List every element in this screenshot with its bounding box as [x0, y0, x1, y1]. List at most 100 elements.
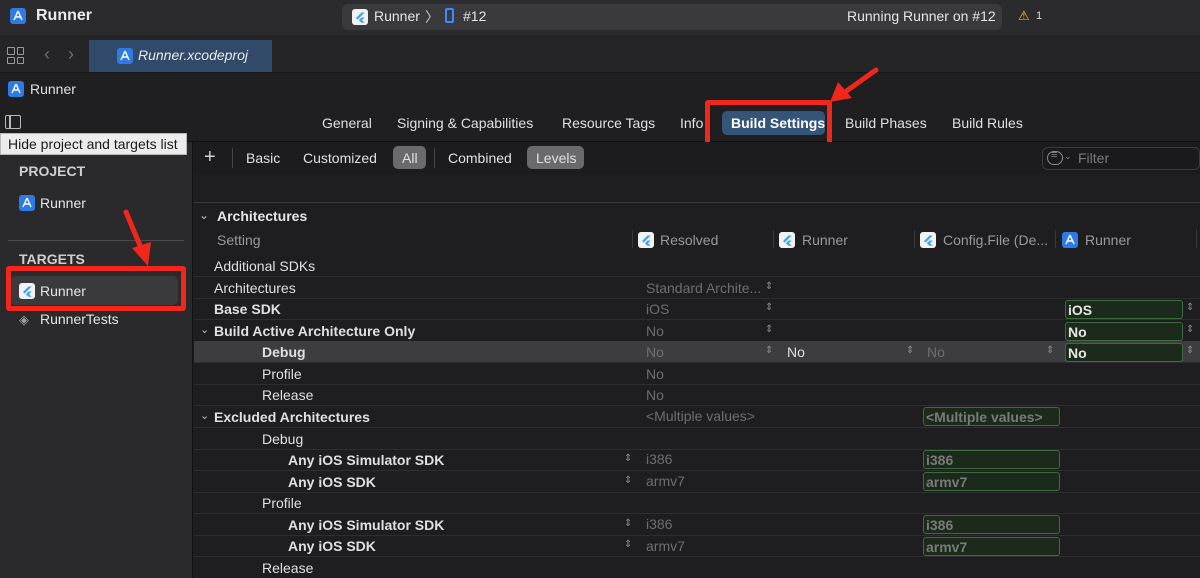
config-file-value-field[interactable]: <Multiple values>: [923, 407, 1060, 426]
scheme-device-label[interactable]: #12: [463, 8, 486, 24]
stepper-icon[interactable]: ⇕: [1186, 324, 1194, 335]
resolved-value: No: [646, 323, 664, 339]
tab-info[interactable]: Info: [680, 115, 703, 131]
sidebar-project-header: PROJECT: [19, 163, 86, 179]
level-runner-value[interactable]: No: [787, 344, 805, 360]
tooltip: Hide project and targets list: [0, 133, 187, 155]
setting-label: Base SDK: [214, 301, 281, 317]
stepper-icon[interactable]: ⇕: [624, 518, 632, 529]
stepper-icon[interactable]: ⇕: [906, 345, 914, 356]
sidebar-targets-header: TARGETS: [19, 251, 85, 267]
flutter-icon: [638, 232, 654, 248]
chevron-left-icon[interactable]: ‹: [44, 44, 50, 65]
divider: [232, 148, 233, 168]
config-file-value-field[interactable]: armv7: [923, 537, 1060, 556]
resolved-value: No: [646, 344, 664, 360]
setting-label: Any iOS SDK: [288, 538, 376, 554]
column-header-runner-level: Runner: [802, 232, 848, 248]
disclosure-chevron-icon[interactable]: ⌄: [199, 208, 209, 222]
stepper-icon[interactable]: ⇕: [1186, 302, 1194, 313]
column-divider: [1196, 230, 1197, 248]
resolved-value: No: [646, 366, 664, 382]
table-row[interactable]: [194, 363, 1200, 385]
chevron-right-icon: 〉: [425, 9, 439, 25]
stepper-icon[interactable]: ⇕: [624, 453, 632, 464]
setting-label: Additional SDKs: [214, 258, 316, 274]
setting-label: Excluded Architectures: [214, 409, 370, 425]
setting-label: Any iOS Simulator SDK: [288, 452, 445, 468]
setting-label: Architectures: [214, 280, 296, 296]
chevron-right-icon[interactable]: ›: [68, 44, 74, 65]
chevron-down-icon[interactable]: ⌄: [1064, 151, 1072, 162]
table-row[interactable]: [194, 255, 1200, 277]
stepper-icon[interactable]: ⇕: [765, 324, 773, 335]
section-title: Architectures: [217, 208, 308, 224]
disclosure-chevron-icon[interactable]: ⌄: [200, 409, 209, 422]
activity-status: Running Runner on #12: [847, 8, 996, 24]
filter-basic-button[interactable]: Basic: [246, 150, 280, 166]
resolved-value: iOS: [646, 301, 670, 317]
warning-icon[interactable]: ⚠: [1018, 8, 1030, 24]
column-divider: [773, 230, 774, 248]
stepper-icon[interactable]: ⇕: [1186, 345, 1194, 356]
setting-label: Debug: [262, 344, 306, 360]
column-divider: [632, 230, 633, 248]
table-row[interactable]: [194, 428, 1200, 450]
table-row[interactable]: [194, 492, 1200, 514]
tab-signing-capabilities[interactable]: Signing & Capabilities: [397, 115, 533, 131]
tab-general[interactable]: General: [322, 115, 372, 131]
stepper-icon[interactable]: ⇕: [1046, 345, 1054, 356]
flutter-icon: [920, 232, 936, 248]
disclosure-chevron-icon[interactable]: ⌄: [200, 323, 209, 336]
target-value-field[interactable]: iOS: [1065, 300, 1183, 319]
filter-combined-button[interactable]: Combined: [448, 150, 512, 166]
warning-count[interactable]: 1: [1036, 10, 1042, 22]
filter-placeholder[interactable]: Filter: [1078, 150, 1109, 166]
flutter-icon: [779, 232, 795, 248]
sidebar-item-target-runnertests[interactable]: RunnerTests: [40, 311, 119, 327]
tab-build-phases[interactable]: Build Phases: [845, 115, 927, 131]
target-value-field[interactable]: No: [1065, 343, 1183, 362]
config-file-value-field[interactable]: armv7: [923, 472, 1060, 491]
table-row[interactable]: [194, 384, 1200, 406]
setting-label: Any iOS SDK: [288, 474, 376, 490]
add-setting-button[interactable]: +: [204, 146, 216, 169]
stepper-icon[interactable]: ⇕: [765, 302, 773, 313]
setting-label: Any iOS Simulator SDK: [288, 517, 445, 533]
sidebar-item-project-runner[interactable]: Runner: [40, 195, 86, 211]
stepper-icon[interactable]: ⇕: [624, 475, 632, 486]
resolved-value: Standard Archite...: [646, 280, 762, 296]
target-value-field[interactable]: No: [1065, 322, 1183, 341]
filter-icon[interactable]: [1047, 149, 1063, 165]
stepper-icon[interactable]: ⇕: [765, 281, 773, 292]
config-file-value-field[interactable]: i386: [923, 515, 1060, 534]
column-header-runner-target: Runner: [1085, 232, 1131, 248]
grid-view-icon[interactable]: [7, 47, 24, 64]
filter-customized-button[interactable]: Customized: [303, 150, 377, 166]
divider: [434, 148, 435, 168]
breadcrumb-project[interactable]: Runner: [30, 81, 76, 97]
filter-all-button[interactable]: All: [402, 150, 418, 166]
stepper-icon[interactable]: ⇕: [765, 345, 773, 356]
column-divider: [914, 230, 915, 248]
scheme-target-label[interactable]: Runner: [374, 8, 420, 24]
setting-label: Debug: [262, 431, 304, 447]
resolved-value: <Multiple values>: [646, 408, 755, 424]
annotation-highlight-box: [705, 100, 832, 147]
setting-label: Build Active Architecture Only: [214, 323, 416, 339]
table-row[interactable]: [194, 298, 1200, 320]
tab-resource-tags[interactable]: Resource Tags: [562, 115, 655, 131]
sidebar-toggle-icon[interactable]: [5, 115, 21, 129]
table-row[interactable]: [194, 557, 1200, 578]
resolved-value: armv7: [646, 538, 685, 554]
filter-levels-button[interactable]: Levels: [536, 150, 576, 166]
tab-build-rules[interactable]: Build Rules: [952, 115, 1023, 131]
config-file-value-field[interactable]: i386: [923, 450, 1060, 469]
stepper-icon[interactable]: ⇕: [624, 539, 632, 550]
setting-label: Release: [262, 387, 314, 403]
column-divider: [1055, 230, 1056, 248]
setting-label: Profile: [262, 366, 302, 382]
file-tab-label[interactable]: Runner.xcodeproj: [138, 47, 248, 63]
flutter-icon: [352, 9, 368, 25]
xcode-project-icon: [117, 48, 133, 64]
